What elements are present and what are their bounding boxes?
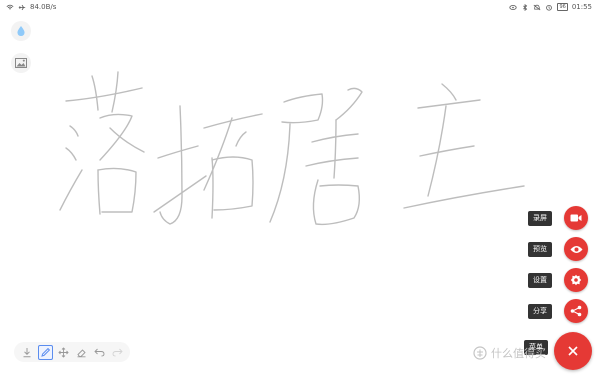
handwritten-char-ju: [269, 87, 363, 226]
pen-tool-button[interactable]: [37, 344, 53, 360]
menu-row-record[interactable]: 录屏: [528, 206, 588, 230]
record-label[interactable]: 录屏: [528, 210, 552, 226]
menu-row-preview[interactable]: 预览: [528, 237, 588, 261]
menu-toggle-button[interactable]: [554, 332, 592, 370]
undo-icon: [93, 348, 104, 357]
preview-label[interactable]: 预览: [528, 241, 552, 257]
menu-row-settings[interactable]: 设置: [528, 268, 588, 292]
video-camera-icon: [570, 214, 582, 222]
share-label[interactable]: 分享: [528, 303, 552, 319]
menu-row-share[interactable]: 分享: [528, 299, 588, 323]
move-icon: [57, 346, 69, 358]
handwritten-char-luo: [59, 71, 145, 215]
watermark: 什么值得买: [473, 345, 546, 361]
image-icon: [15, 58, 27, 68]
handwritten-char-tuo: [153, 105, 263, 225]
share-button[interactable]: [564, 299, 588, 323]
drawing-toolbar: [14, 342, 130, 362]
download-icon: [23, 347, 31, 357]
download-button[interactable]: [20, 345, 35, 360]
color-picker-button[interactable]: [11, 21, 31, 41]
preview-button[interactable]: [564, 237, 588, 261]
eraser-icon: [76, 348, 86, 357]
gear-icon: [570, 274, 582, 286]
pen-icon: [40, 347, 50, 357]
settings-label[interactable]: 设置: [528, 272, 552, 288]
handwriting-strokes: [59, 71, 525, 226]
move-tool-button[interactable]: [56, 345, 71, 360]
undo-button[interactable]: [92, 345, 107, 360]
watermark-logo-icon: [473, 346, 487, 360]
watermark-text: 什么值得买: [491, 347, 546, 360]
close-icon: [568, 346, 578, 356]
insert-image-button[interactable]: [11, 53, 31, 73]
share-icon: [570, 305, 582, 317]
eye-icon: [570, 245, 582, 253]
redo-button[interactable]: [110, 345, 125, 360]
handwritten-char-zhu: [403, 83, 525, 209]
eraser-tool-button[interactable]: [74, 345, 89, 360]
redo-icon: [112, 348, 123, 357]
drawing-canvas[interactable]: [0, 0, 600, 375]
settings-button[interactable]: [564, 268, 588, 292]
record-button[interactable]: [564, 206, 588, 230]
water-drop-icon: [17, 26, 25, 36]
